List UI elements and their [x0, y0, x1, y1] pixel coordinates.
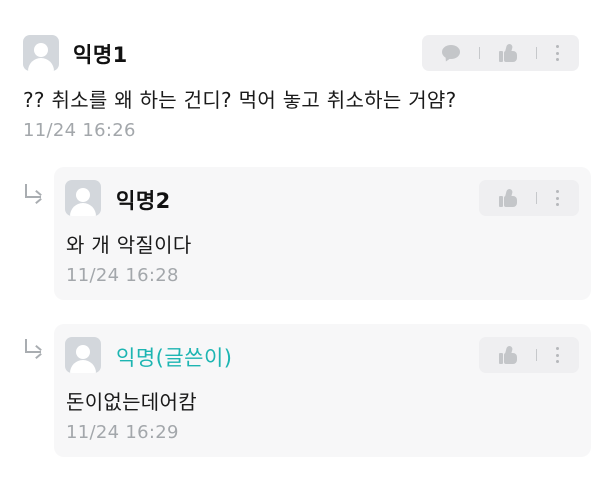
divider [535, 349, 537, 361]
reply-card: 익명2 와 개 악질이다 11/24 16:28 [54, 167, 591, 300]
comment-author: 익명1 [73, 43, 128, 67]
reply-actions [479, 180, 579, 216]
reply-card: 익명(글쓴이) 돈이없는데어캄 11/24 16:29 [54, 324, 591, 457]
reply-author: 익명2 [116, 189, 171, 213]
reply-arrow-icon [22, 184, 44, 205]
more-vertical-icon[interactable] [556, 347, 560, 363]
divider [478, 47, 480, 59]
reply-time: 11/24 16:28 [66, 265, 179, 286]
reply-text: 돈이없는데어캄 [66, 390, 197, 414]
thumbs-up-icon[interactable] [498, 188, 517, 207]
more-vertical-icon[interactable] [556, 45, 560, 61]
reply-text: 와 개 악질이다 [66, 233, 192, 257]
chat-bubble-icon[interactable] [441, 45, 460, 64]
comment-actions [422, 35, 579, 71]
comment-time: 11/24 16:26 [23, 120, 136, 141]
thumbs-up-icon[interactable] [498, 43, 517, 62]
avatar[interactable] [65, 337, 101, 373]
reply-actions [479, 337, 579, 373]
reply-time: 11/24 16:29 [66, 422, 179, 443]
reply-author-op: 익명(글쓴이) [116, 346, 233, 370]
divider [535, 47, 537, 59]
comment-text: ?? 취소를 왜 하는 건디? 먹어 놓고 취소하는 거얌? [23, 88, 457, 112]
avatar[interactable] [23, 35, 59, 71]
avatar[interactable] [65, 180, 101, 216]
more-vertical-icon[interactable] [556, 190, 560, 206]
divider [535, 192, 537, 204]
reply-arrow-icon [22, 339, 44, 360]
thumbs-up-icon[interactable] [498, 345, 517, 364]
